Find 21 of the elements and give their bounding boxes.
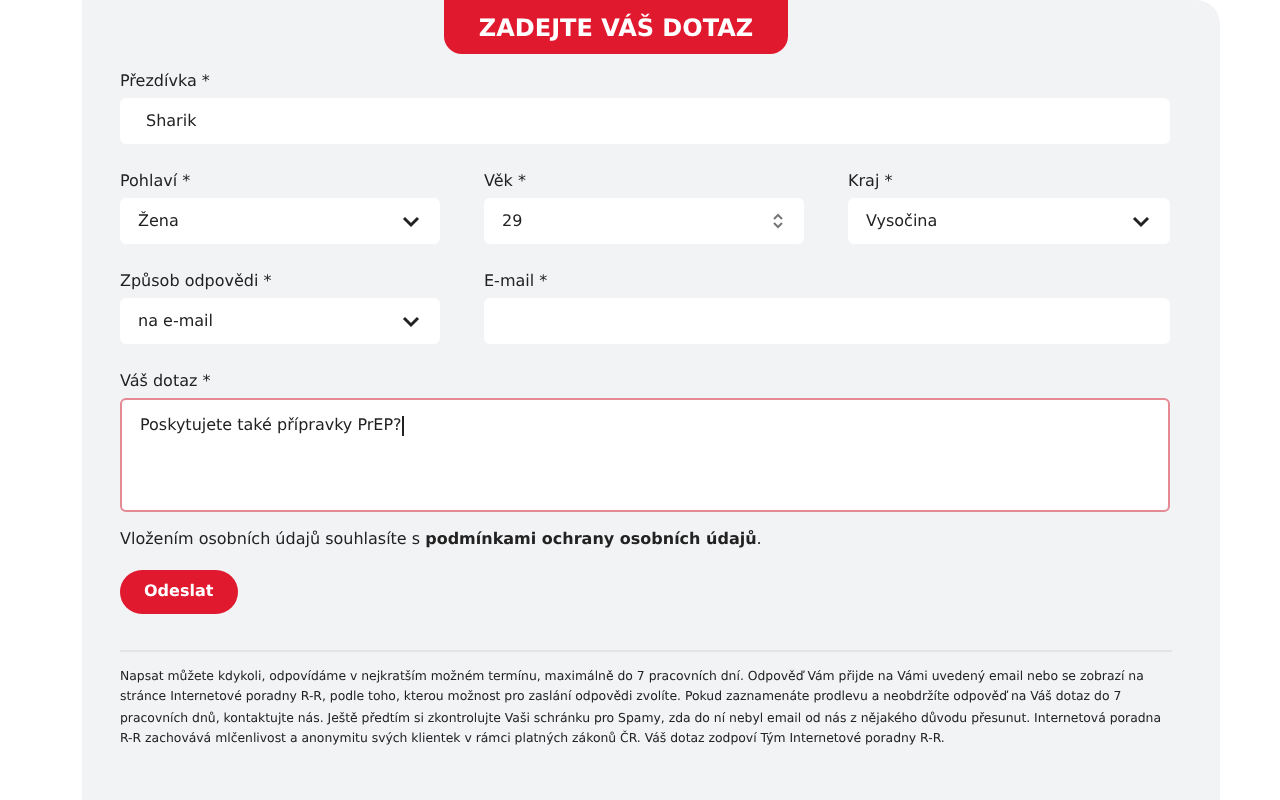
submit-button[interactable]: Odeslat [120, 569, 238, 613]
dropdown-field[interactable]: Žena [120, 198, 440, 244]
dropdown-field[interactable]: Vysočina [848, 198, 1170, 244]
field-label: Způsob odpovědi * [120, 272, 274, 290]
spinner-arrows-icon [772, 212, 784, 230]
form-title: ZADEJTE VÁŠ DOTAZ [444, 0, 788, 54]
privacy-link[interactable]: podmínkami ochrany osobních údajů [425, 530, 757, 548]
chevron-down-icon [402, 215, 420, 227]
field-label: Věk * [484, 172, 528, 190]
chevron-down-icon [402, 315, 420, 327]
dropdown-field[interactable]: na e-mail [120, 298, 440, 344]
question-textarea[interactable]: Poskytujete také přípravky PrEP? [120, 398, 1170, 512]
field-label: Přezdívka * [120, 72, 212, 90]
field-label: Pohlaví * [120, 172, 193, 190]
consent-text: Vložením osobních údajů souhlasíte s podmínkami ochrany osobních údajů. [120, 530, 764, 548]
field-label: Váš dotaz * [120, 372, 213, 390]
field-label: E-mail * [484, 272, 550, 290]
input-field[interactable]: Sharik [120, 98, 1170, 144]
field-label: Kraj * [848, 172, 895, 190]
chevron-down-icon [1132, 215, 1150, 227]
number-field[interactable]: 29 [484, 198, 804, 244]
